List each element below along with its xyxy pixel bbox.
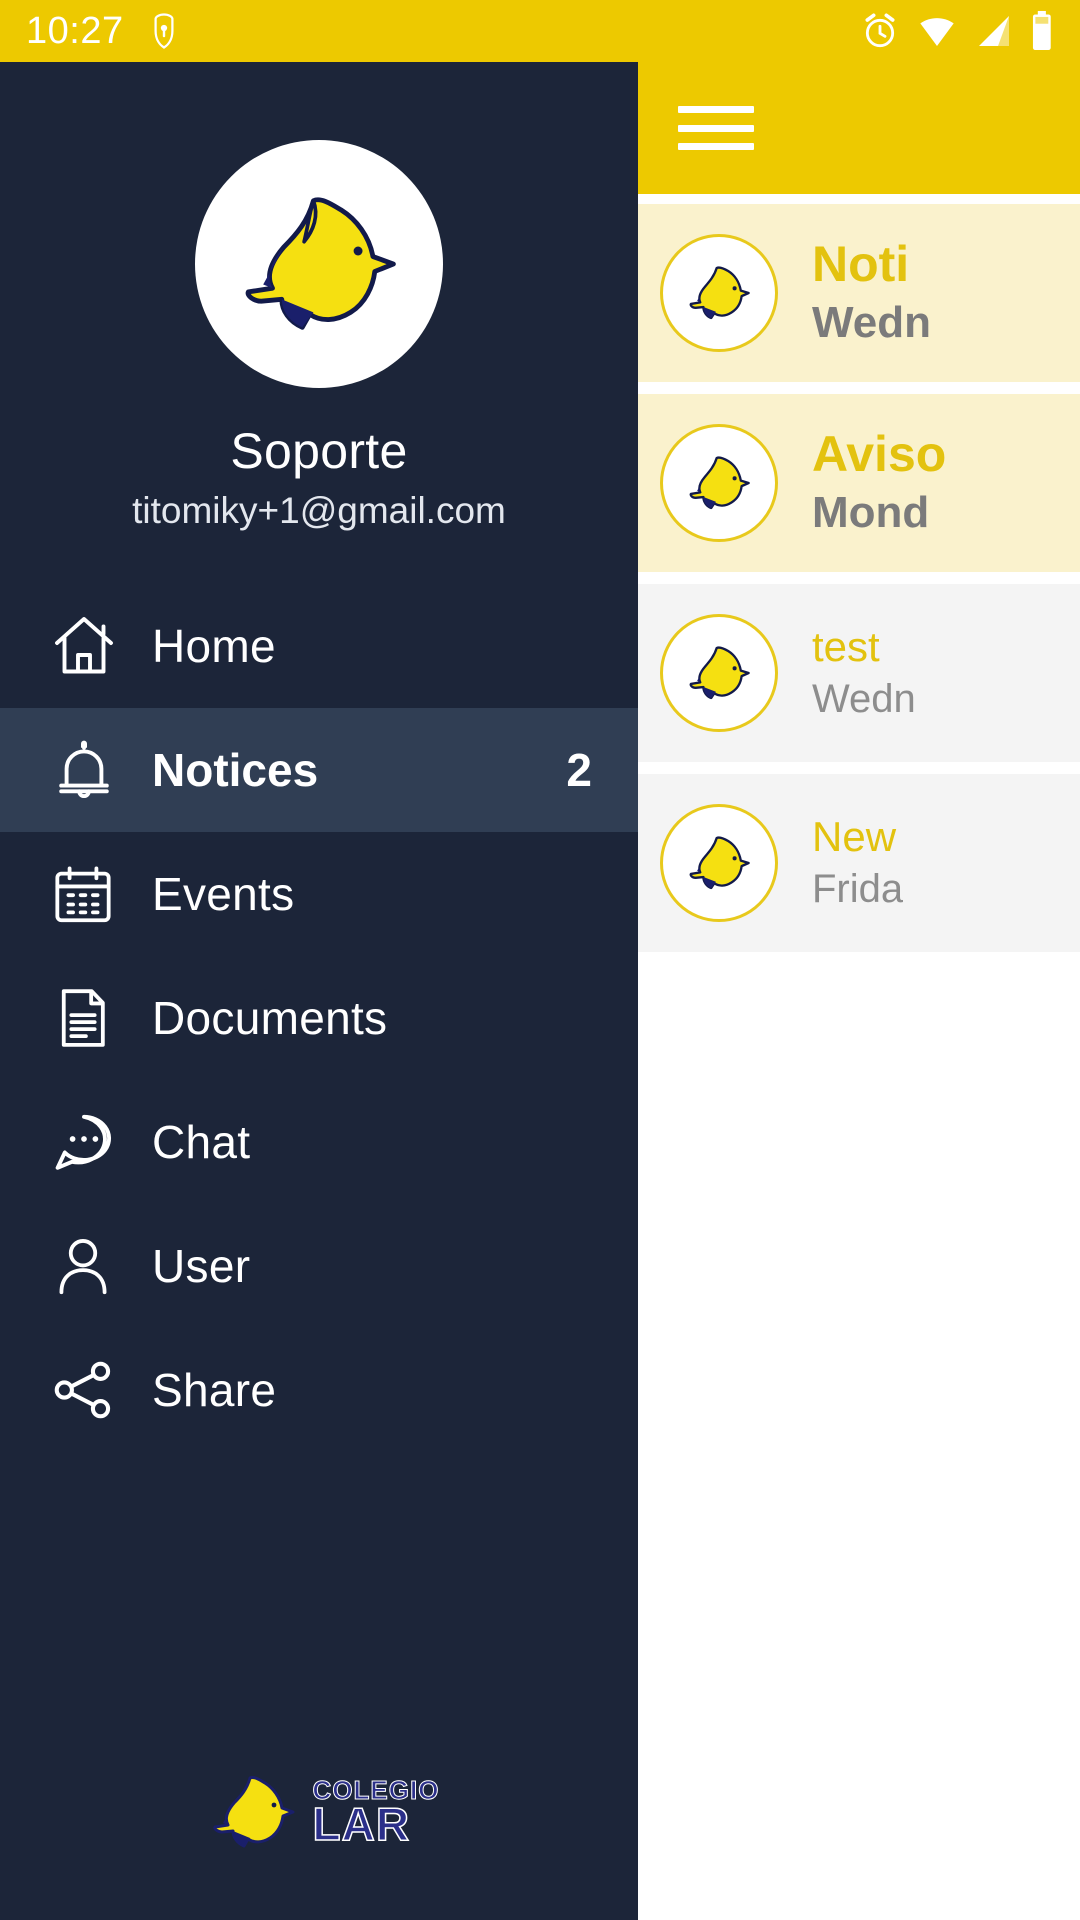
hamburger-bar [678,143,754,150]
status-time: 10:27 [26,10,124,52]
alarm-icon [865,13,895,48]
user-icon [48,1231,134,1301]
notice-text: test Wedn [812,623,916,723]
avatar [195,140,443,388]
sidebar-item-user[interactable]: User [0,1204,638,1328]
drawer-footer: COLEGIO LAR [0,1762,638,1920]
notice-text: New Frida [812,813,903,913]
notice-date: Wedn [812,677,916,722]
calendar-icon [48,859,134,929]
status-icons [860,10,1054,52]
notice-text: Noti Wedn [812,236,931,350]
home-icon [48,610,134,682]
sidebar-item-label: Chat [152,1116,251,1168]
profile-name: Soporte [230,423,408,479]
sidebar-item-share[interactable]: Share [0,1328,638,1452]
dove-logo-icon [660,424,778,542]
sidebar-item-label: Notices [152,744,319,796]
share-icon [48,1355,134,1425]
notice-text: Aviso Mond [812,426,946,540]
sidebar-item-home[interactable]: Home [0,584,638,708]
dove-logo-icon [660,234,778,352]
hamburger-bar [678,124,754,132]
notice-title: Noti [812,235,910,292]
dove-logo-icon [660,614,778,732]
brand-wordmark: COLEGIO LAR [312,1776,440,1850]
sidebar-item-label: User [152,1240,251,1292]
dove-logo-icon [660,804,778,922]
profile-email: titomiky+1@gmail.com [132,490,506,531]
notice-title: New [812,812,897,860]
document-icon [48,983,134,1053]
sidebar-item-chat[interactable]: Chat [0,1080,638,1204]
sidebar-item-label: Home [152,620,276,672]
sidebar-item-label: Documents [152,992,388,1044]
brand-name-bottom: LAR [312,1797,411,1850]
dove-logo-icon [245,197,396,330]
hamburger-bar [678,106,754,113]
drawer-menu: Home Notices 2 Events Documents Chat Use… [0,584,638,1452]
status-bar: 10:27 [0,0,1080,62]
notice-title: test [812,622,880,670]
sidebar-item-documents[interactable]: Documents [0,956,638,1080]
hamburger-icon[interactable] [678,100,754,156]
bell-icon [48,734,134,806]
drawer-header: Soporte titomiky+1@gmail.com [0,62,638,532]
sidebar-item-label: Share [152,1364,277,1416]
sidebar-item-events[interactable]: Events [0,832,638,956]
notice-date: Frida [812,867,904,912]
notice-date: Mond [812,488,930,538]
sidebar-item-label: Events [152,868,295,920]
brand-logo: COLEGIO LAR [199,1762,440,1862]
wifi-icon [920,18,954,46]
sidebar-item-notices[interactable]: Notices 2 [0,708,638,832]
signal-icon [979,16,1009,46]
notice-title: Aviso [812,425,947,482]
navigation-drawer: Soporte titomiky+1@gmail.com Home Notice… [0,62,638,1920]
vpn-shield-icon [154,13,174,49]
chat-icon [48,1106,134,1178]
battery-icon [1032,10,1051,51]
notice-date: Wedn [812,298,931,348]
status-badge: 2 [566,744,592,796]
dove-logo-icon [212,1776,295,1848]
